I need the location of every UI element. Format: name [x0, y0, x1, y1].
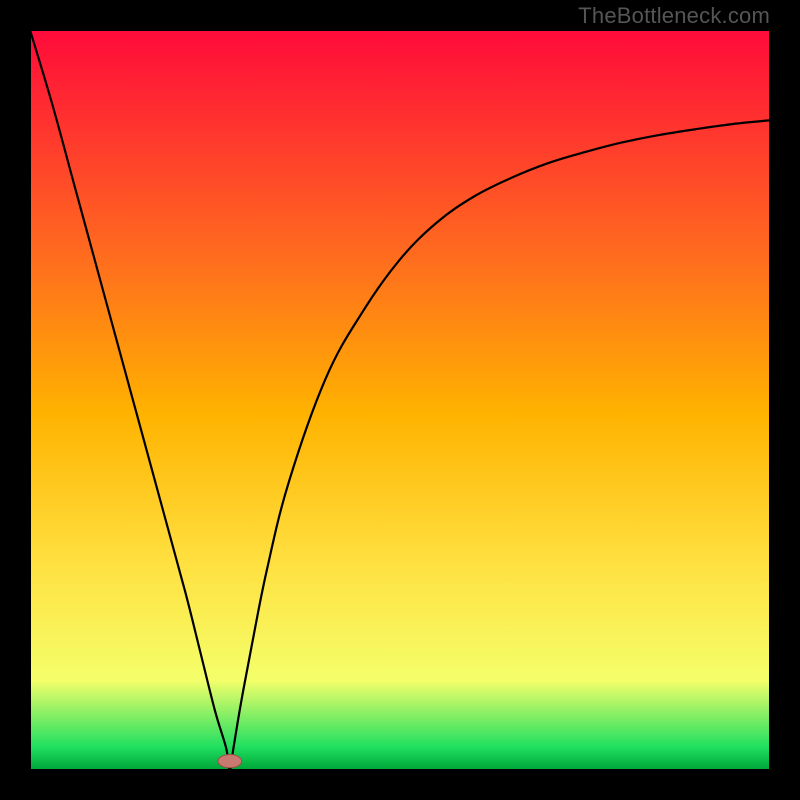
chart-frame: TheBottleneck.com: [0, 0, 800, 800]
watermark-text: TheBottleneck.com: [578, 3, 770, 29]
plot-area: [30, 30, 770, 770]
